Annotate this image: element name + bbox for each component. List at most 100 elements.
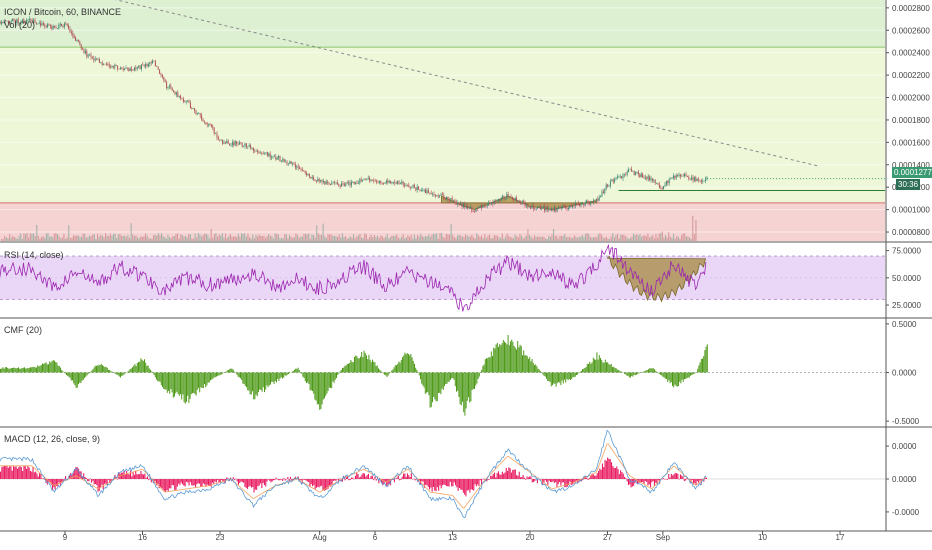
cmf-bar bbox=[444, 372, 445, 387]
macd-histogram-bar bbox=[336, 479, 338, 480]
volume-bar bbox=[602, 237, 604, 241]
candle-body bbox=[545, 206, 547, 211]
volume-bar bbox=[335, 236, 337, 241]
macd-histogram-bar bbox=[202, 479, 204, 484]
volume-bar bbox=[649, 237, 651, 241]
candle-body bbox=[66, 23, 68, 26]
candle-body bbox=[398, 181, 400, 184]
candle-body bbox=[451, 198, 453, 201]
cmf-bar bbox=[525, 355, 527, 373]
macd-histogram-bar bbox=[354, 475, 356, 479]
volume-bar bbox=[87, 237, 89, 241]
volume-bar bbox=[178, 238, 180, 241]
volume-bar bbox=[615, 235, 617, 241]
candle-body bbox=[699, 179, 701, 181]
volume-bar bbox=[186, 237, 188, 241]
candle-body bbox=[500, 197, 502, 202]
cmf-bar bbox=[13, 367, 15, 373]
candle-body bbox=[406, 184, 408, 186]
volume-bar bbox=[354, 238, 356, 241]
volume-bar bbox=[693, 233, 695, 241]
macd-histogram-bar bbox=[256, 479, 258, 490]
volume-bar bbox=[220, 235, 222, 241]
macd-histogram-bar bbox=[561, 479, 563, 483]
cmf-bar bbox=[600, 357, 601, 373]
candle-body bbox=[698, 178, 700, 180]
macd-histogram-bar bbox=[674, 472, 676, 479]
candle-body bbox=[436, 195, 438, 197]
macd-histogram-bar bbox=[234, 479, 236, 481]
candle-body bbox=[626, 172, 628, 175]
candle-body bbox=[68, 25, 70, 29]
macd-histogram-bar bbox=[410, 473, 412, 479]
candle-body bbox=[70, 32, 72, 33]
volume-bar bbox=[255, 234, 257, 241]
candle-body bbox=[280, 160, 282, 162]
cmf-bar bbox=[538, 369, 540, 373]
macd-histogram-bar bbox=[479, 479, 481, 481]
cmf-bar bbox=[380, 370, 382, 373]
volume-bar bbox=[605, 236, 607, 241]
macd-histogram-bar bbox=[449, 479, 451, 482]
volume-bar bbox=[636, 234, 638, 241]
macd-histogram-bar bbox=[183, 479, 185, 486]
candle-body bbox=[639, 174, 641, 178]
macd-histogram-bar bbox=[400, 479, 402, 480]
cmf-bar bbox=[27, 368, 29, 373]
macd-axis-tick-label: -0.0000 bbox=[892, 508, 920, 517]
macd-histogram-bar bbox=[201, 479, 203, 487]
volume-bar bbox=[263, 235, 265, 241]
candle-body bbox=[471, 206, 473, 212]
volume-bar bbox=[685, 236, 687, 241]
macd-histogram-bar bbox=[132, 472, 134, 479]
macd-histogram-bar bbox=[279, 479, 281, 481]
macd-histogram-bar bbox=[647, 479, 649, 486]
candle-body bbox=[217, 137, 219, 140]
volume-bar bbox=[5, 237, 7, 241]
macd-histogram-bar bbox=[111, 479, 113, 480]
cmf-bar bbox=[399, 362, 401, 373]
candle-body bbox=[173, 90, 175, 92]
cmf-bar bbox=[511, 339, 513, 373]
cmf-bar bbox=[508, 345, 510, 373]
cmf-bar bbox=[70, 372, 72, 381]
cmf-bar bbox=[333, 372, 335, 383]
volume-bar bbox=[69, 237, 71, 241]
volume-bar bbox=[258, 234, 260, 241]
cmf-bar bbox=[166, 372, 168, 393]
candle-body bbox=[55, 27, 57, 29]
macd-histogram-bar bbox=[319, 479, 321, 487]
candle-body bbox=[433, 194, 435, 196]
cmf-bar bbox=[334, 372, 336, 380]
rsi-band bbox=[0, 256, 885, 300]
macd-histogram-bar bbox=[375, 479, 377, 481]
cmf-bar bbox=[142, 360, 144, 373]
candle-body bbox=[255, 150, 257, 152]
cmf-bar bbox=[295, 368, 297, 373]
cmf-bar bbox=[302, 372, 304, 377]
volume-bar bbox=[503, 238, 505, 241]
cmf-bar bbox=[62, 371, 64, 373]
candle-body bbox=[444, 197, 446, 200]
macd-histogram-bar bbox=[16, 468, 18, 479]
volume-bar bbox=[277, 234, 279, 241]
macd-histogram-bar bbox=[195, 479, 197, 488]
cmf-bar bbox=[501, 343, 503, 373]
candle-body bbox=[341, 183, 343, 187]
candle-body bbox=[157, 66, 159, 70]
candle-body bbox=[315, 180, 317, 182]
volume-bar bbox=[364, 233, 366, 241]
cmf-bar bbox=[152, 372, 154, 374]
candle-body bbox=[384, 182, 386, 184]
price-axis-tick-label: 0.0001800 bbox=[892, 116, 930, 125]
macd-histogram-bar bbox=[595, 475, 597, 479]
macd-histogram-bar bbox=[562, 479, 564, 483]
cmf-bar bbox=[308, 372, 310, 384]
cmf-bar bbox=[286, 372, 288, 375]
cmf-bar bbox=[169, 372, 171, 394]
cmf-bar bbox=[46, 364, 48, 373]
volume-bar bbox=[495, 235, 497, 241]
volume-bar bbox=[669, 236, 671, 241]
volume-bar bbox=[42, 236, 44, 241]
trading-chart[interactable]: 0.00008000.00010000.00012000.00014000.00… bbox=[0, 0, 932, 550]
